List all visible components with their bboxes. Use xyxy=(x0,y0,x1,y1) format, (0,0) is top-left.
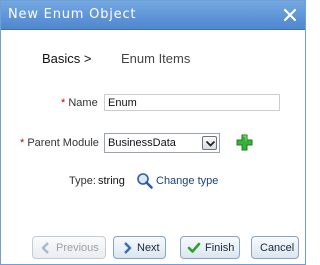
previous-button[interactable]: Previous xyxy=(32,236,106,259)
checkmark-icon xyxy=(187,242,201,253)
parent-module-label: * Parent Module xyxy=(20,137,99,149)
parent-module-value: BusinessData xyxy=(108,137,176,149)
name-label: * Name xyxy=(61,97,98,109)
required-marker: * xyxy=(20,137,25,149)
plus-icon xyxy=(236,134,253,151)
chevron-left-icon xyxy=(41,242,49,254)
next-label: Next xyxy=(137,242,160,254)
dialog-titlebar[interactable]: New Enum Object xyxy=(1,1,305,30)
dialog-title: New Enum Object xyxy=(8,7,137,22)
finish-button[interactable]: Finish xyxy=(180,236,240,259)
step-enum-items[interactable]: Enum Items xyxy=(121,51,190,66)
parent-module-select[interactable]: BusinessData xyxy=(104,133,220,153)
add-module-button[interactable] xyxy=(236,134,253,151)
type-label: Type: xyxy=(69,175,96,187)
close-button[interactable] xyxy=(280,5,300,25)
chevron-down-icon xyxy=(205,140,216,147)
step-basics[interactable]: Basics > xyxy=(42,51,92,66)
cancel-label: Cancel xyxy=(260,242,295,254)
name-label-text: Name xyxy=(68,97,98,109)
parent-module-label-text: Parent Module xyxy=(27,137,99,149)
close-icon xyxy=(283,8,297,22)
type-value: string xyxy=(98,175,125,187)
cancel-button[interactable]: Cancel xyxy=(251,236,299,259)
previous-label: Previous xyxy=(56,242,99,254)
dropdown-arrow-button[interactable] xyxy=(202,136,217,150)
chevron-right-icon xyxy=(124,242,132,254)
name-input[interactable] xyxy=(104,94,280,111)
change-type-text: Change type xyxy=(156,175,219,187)
next-button[interactable]: Next xyxy=(113,236,166,259)
new-enum-dialog: New Enum Object Basics > Enum Items * Na… xyxy=(0,0,306,265)
finish-label: Finish xyxy=(205,242,235,254)
magnifier-icon xyxy=(137,173,153,189)
required-marker: * xyxy=(61,97,66,109)
